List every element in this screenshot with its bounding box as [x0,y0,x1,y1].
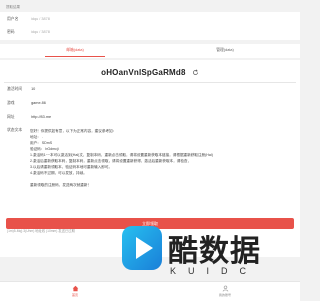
detail-label: 网址 [7,115,15,119]
password-field[interactable]: idqu / 3878 [31,30,50,34]
bottom-nav: 首页 我的账号 [0,281,300,301]
account-form: 用户名 idqu / 3878 密码 idqu / 3878 [0,12,300,40]
nav-home-label: 首页 [71,293,78,297]
description-text: 您好！你提供如有意，以下为正常内容，建议参考如： 地址： . 用户： SDmS … [30,128,280,188]
refresh-icon[interactable] [192,69,199,76]
username-label: 用户名 [7,17,19,21]
tab-manage[interactable]: 管理(data) [150,48,300,53]
password-row: 密码 idqu / 3878 [7,30,50,35]
nav-account-label: 我的账号 [218,293,231,297]
detail-label: 激活时间 [7,87,23,91]
tab-bar: 邮箱(data) 管理(data) [0,44,300,58]
username-field[interactable]: idqu / 3878 [31,17,50,21]
watermark-subtitle: KUIDC [170,266,259,276]
detail-row: 激活时间 10 [7,87,35,92]
nav-account[interactable]: 我的账号 [205,285,245,297]
detail-value: 10 [31,87,36,91]
active-tab-indicator [45,56,105,57]
detail-label: 游戏 [7,101,15,105]
user-icon [222,285,228,292]
page-title: 提取结果 [6,5,20,9]
password-label: 密码 [7,30,15,34]
watermark-title: 酷数据 [168,234,261,269]
username-row: 用户名 idqu / 3878 [7,17,50,22]
desc-label-row: 状态文本 [7,128,30,133]
code-display: oHOanVnlSpGaRMd8 [0,68,300,77]
nav-home[interactable]: 首页 [55,285,95,297]
home-icon [72,285,78,292]
divider [4,82,296,83]
detail-link[interactable]: http://83.me [31,115,51,119]
detail-row: 游戏 game.86 [7,101,46,106]
redeem-code: oHOanVnlSpGaRMd8 [101,68,186,77]
desc-line: 重新领取的注册码，发送两次就重新！ [30,183,92,187]
desc-label: 状态文本 [7,128,23,132]
watermark: 酷数据 KUIDC [120,224,265,284]
tab-mailbox[interactable]: 邮箱(data) [0,48,150,53]
play-logo-icon [122,226,162,270]
detail-value: game.86 [31,101,46,105]
detail-row: 网址 http://83.me [7,115,51,120]
